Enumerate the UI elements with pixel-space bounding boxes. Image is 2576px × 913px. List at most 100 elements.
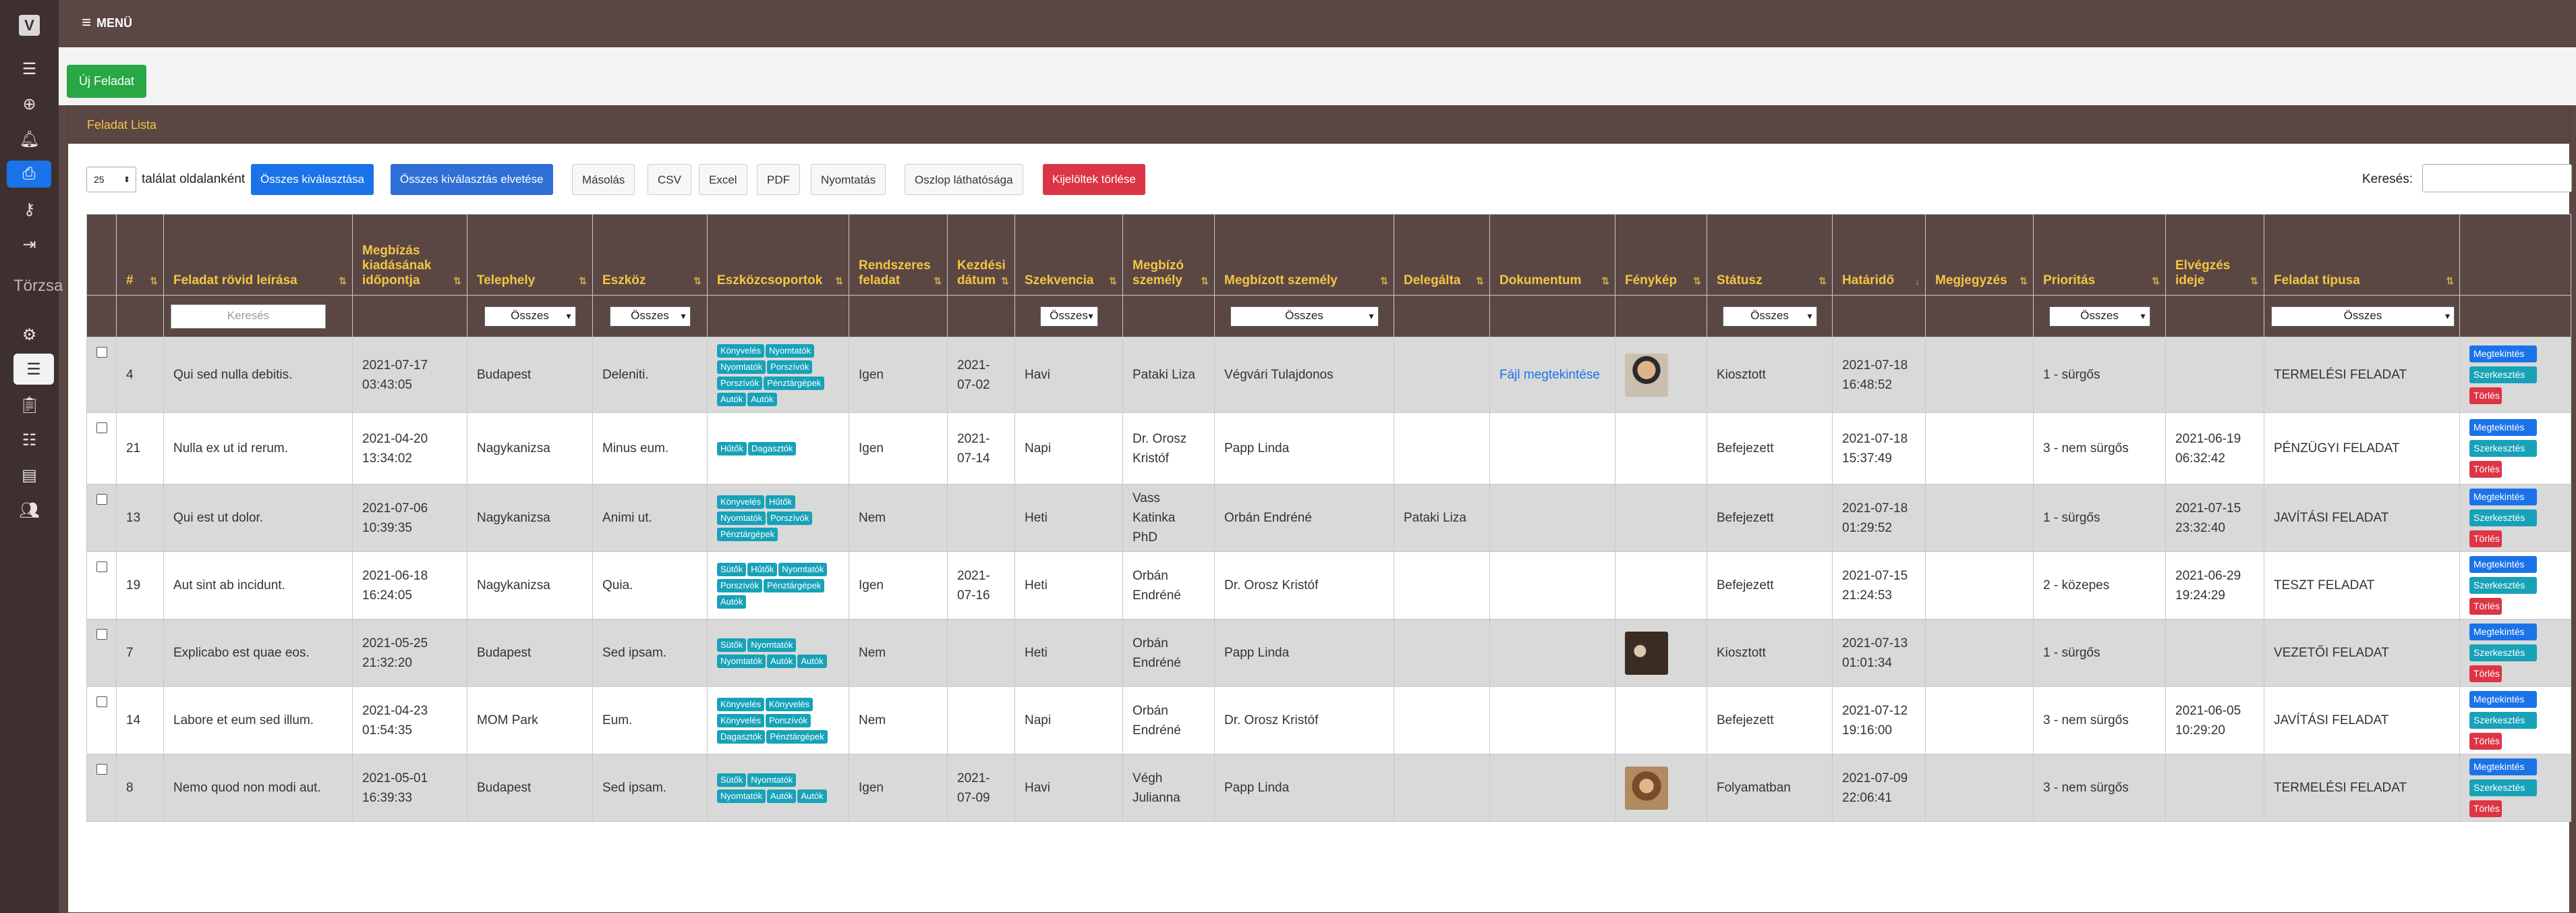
key-icon[interactable]: ⚷ bbox=[0, 196, 59, 223]
excel-button[interactable]: Excel bbox=[699, 164, 747, 195]
column-header[interactable]: Státusz ⇅ bbox=[1707, 214, 1833, 296]
deselect-all-button[interactable]: Összes kiválasztás elvetése bbox=[391, 164, 553, 195]
view-button[interactable]: Megtekintés bbox=[2469, 489, 2537, 505]
table-row[interactable]: 21 Nulla ex ut id rerum. 2021-04-20 13:34:… bbox=[86, 412, 2571, 485]
column-header[interactable]: Kezdési dátum ⇅ bbox=[947, 214, 1015, 296]
row-checkbox[interactable] bbox=[96, 494, 107, 505]
gears-icon[interactable]: ⚙ bbox=[0, 321, 59, 348]
column-header[interactable]: Megbízás kiadásának időpontja ⇅ bbox=[352, 214, 467, 296]
column-header[interactable]: Szekvencia ⇅ bbox=[1014, 214, 1123, 296]
column-header[interactable]: # ⇅ bbox=[116, 214, 164, 296]
new-task-button[interactable]: Új Feladat bbox=[67, 65, 147, 98]
table-row[interactable]: 7 Explicabo est quae eos. 2021-05-25 21:32… bbox=[86, 619, 2571, 687]
delete-button[interactable]: Törlés bbox=[2469, 800, 2502, 817]
column-header[interactable]: Feladat rövid leírása ⇅ bbox=[163, 214, 353, 296]
users-icon[interactable]: 👥︎ bbox=[0, 497, 59, 524]
column-header[interactable]: Prioritás ⇅ bbox=[2033, 214, 2166, 296]
edit-button[interactable]: Szerkesztés bbox=[2469, 509, 2537, 526]
table-row[interactable]: 13 Qui est ut dolor. 2021-07-06 10:39:35 Na… bbox=[86, 484, 2571, 552]
cell-desc: Aut sint ab incidunt. bbox=[163, 551, 353, 619]
edit-button[interactable]: Szerkesztés bbox=[2469, 366, 2537, 383]
search-input[interactable] bbox=[2422, 164, 2572, 192]
clipboard-icon[interactable]: 📋︎ bbox=[0, 391, 59, 418]
table-row[interactable]: 19 Aut sint ab incidunt. 2021-06-18 16:24:… bbox=[86, 551, 2571, 619]
pdf-button[interactable]: PDF bbox=[757, 164, 800, 195]
column-visibility-button[interactable]: Oszlop láthatósága bbox=[905, 164, 1023, 195]
app-logo[interactable]: V bbox=[19, 15, 40, 36]
delete-button[interactable]: Törlés bbox=[2469, 387, 2502, 404]
page-length-select[interactable]: 25 ⬍ bbox=[86, 167, 136, 192]
view-button[interactable]: Megtekintés bbox=[2469, 758, 2537, 775]
status-filter-select[interactable]: Összes ▾ bbox=[1722, 306, 1817, 327]
photo-thumbnail[interactable] bbox=[1625, 631, 1668, 675]
column-header[interactable]: Dokumentum ⇅ bbox=[1489, 214, 1615, 296]
row-checkbox[interactable] bbox=[96, 764, 107, 775]
edit-button[interactable]: Szerkesztés bbox=[2469, 577, 2537, 594]
csv-button[interactable]: CSV bbox=[648, 164, 691, 195]
edit-button[interactable]: Szerkesztés bbox=[2469, 712, 2537, 729]
column-header[interactable]: Határidő ↓ bbox=[1832, 214, 1926, 296]
plus-circle-icon[interactable]: ⊕ bbox=[0, 90, 59, 117]
sign-out-icon[interactable]: ⇥ bbox=[0, 231, 59, 258]
view-file-link[interactable]: Fájl megtekintése bbox=[1499, 368, 1600, 382]
photo-thumbnail[interactable] bbox=[1625, 353, 1668, 397]
edit-button[interactable]: Szerkesztés bbox=[2469, 779, 2537, 796]
row-checkbox[interactable] bbox=[96, 561, 107, 572]
book-icon[interactable]: ▤ bbox=[0, 462, 59, 489]
column-header[interactable]: Elvégzés ideje ⇅ bbox=[2165, 214, 2264, 296]
row-checkbox[interactable] bbox=[96, 629, 107, 640]
table-row[interactable]: 8 Nemo quod non modi aut. 2021-05-01 16:39… bbox=[86, 754, 2571, 822]
column-header[interactable]: Eszközcsoportok ⇅ bbox=[707, 214, 849, 296]
priority-filter-select[interactable]: Összes ▾ bbox=[2049, 306, 2150, 327]
menu-toggle[interactable]: ≡ MENÜ bbox=[82, 13, 132, 32]
printer-icon[interactable]: ⎙ bbox=[7, 161, 51, 188]
table-row[interactable]: 14 Labore et eum sed illum. 2021-04-23 01:… bbox=[86, 686, 2571, 754]
edit-button[interactable]: Szerkesztés bbox=[2469, 644, 2537, 661]
list-icon[interactable]: ☰ bbox=[0, 55, 59, 82]
view-button[interactable]: Megtekintés bbox=[2469, 691, 2537, 708]
cell-actions: Megtekintés Szerkesztés Törlés bbox=[2459, 619, 2571, 687]
cell-note bbox=[1925, 619, 2034, 687]
bell-icon[interactable]: 🔔︎ bbox=[0, 126, 59, 153]
cell-done: 2021-06-29 19:24:29 bbox=[2165, 551, 2264, 619]
tool-filter-select[interactable]: Összes ▾ bbox=[609, 306, 691, 327]
column-header[interactable]: Fénykép ⇅ bbox=[1615, 214, 1707, 296]
cell-photo bbox=[1615, 337, 1707, 413]
chevron-down-icon: ▾ bbox=[2140, 310, 2146, 321]
view-button[interactable]: Megtekintés bbox=[2469, 345, 2537, 362]
cell-type: TESZT FELADAT bbox=[2264, 551, 2460, 619]
print-button[interactable]: Nyomtatás bbox=[811, 164, 886, 195]
delete-button[interactable]: Törlés bbox=[2469, 598, 2502, 615]
column-header[interactable]: Megbízó személy ⇅ bbox=[1122, 214, 1215, 296]
column-header[interactable]: Megjegyzés ⇅ bbox=[1925, 214, 2034, 296]
view-button[interactable]: Megtekintés bbox=[2469, 624, 2537, 640]
edit-button[interactable]: Szerkesztés bbox=[2469, 440, 2537, 457]
sequence-filter-select[interactable]: Összes ▾ bbox=[1039, 306, 1098, 327]
site-filter-select[interactable]: Összes ▾ bbox=[484, 306, 576, 327]
description-filter-input[interactable]: Keresés bbox=[171, 304, 326, 329]
select-all-button[interactable]: Összes kiválasztása bbox=[251, 164, 374, 195]
row-checkbox[interactable] bbox=[96, 347, 107, 358]
view-button[interactable]: Megtekintés bbox=[2469, 556, 2537, 573]
delete-selected-button[interactable]: Kijelöltek törlése bbox=[1043, 164, 1145, 195]
column-header[interactable]: Feladat típusa ⇅ bbox=[2264, 214, 2460, 296]
view-button[interactable]: Megtekintés bbox=[2469, 419, 2537, 436]
delete-button[interactable]: Törlés bbox=[2469, 665, 2502, 682]
delete-button[interactable]: Törlés bbox=[2469, 461, 2502, 478]
list-icon[interactable]: ☰ bbox=[13, 354, 54, 385]
column-header[interactable]: Megbízott személy ⇅ bbox=[1214, 214, 1394, 296]
column-header[interactable]: Eszköz ⇅ bbox=[592, 214, 708, 296]
row-checkbox[interactable] bbox=[96, 422, 107, 433]
delete-button[interactable]: Törlés bbox=[2469, 530, 2502, 547]
column-header[interactable]: Delegálta ⇅ bbox=[1394, 214, 1490, 296]
table-row[interactable]: 4 Qui sed nulla debitis. 2021-07-17 03:43:… bbox=[86, 337, 2571, 413]
server-icon[interactable]: ☷ bbox=[0, 426, 59, 453]
row-checkbox[interactable] bbox=[96, 696, 107, 707]
delete-button[interactable]: Törlés bbox=[2469, 733, 2502, 750]
column-header[interactable]: Rendszeres feladat ⇅ bbox=[849, 214, 948, 296]
photo-thumbnail[interactable] bbox=[1625, 766, 1668, 810]
type-filter-select[interactable]: Összes ▾ bbox=[2271, 306, 2455, 327]
assignee-filter-select[interactable]: Összes ▾ bbox=[1230, 306, 1379, 327]
copy-button[interactable]: Másolás bbox=[572, 164, 635, 195]
column-header[interactable]: Telephely ⇅ bbox=[467, 214, 593, 296]
